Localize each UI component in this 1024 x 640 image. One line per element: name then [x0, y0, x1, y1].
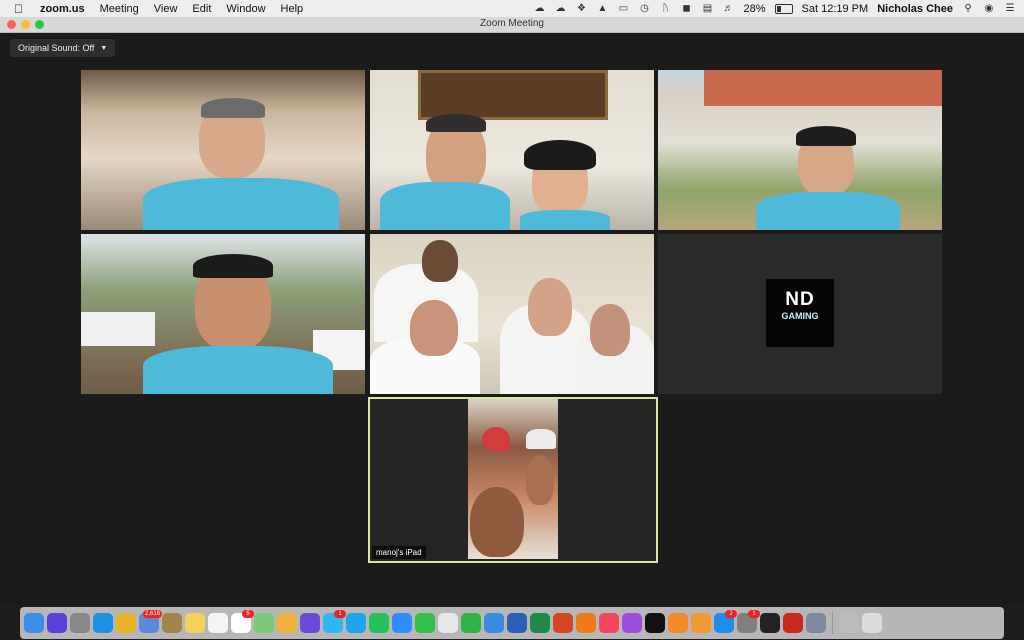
user-name[interactable]: Nicholas Chee	[877, 3, 953, 15]
finder-icon[interactable]	[24, 613, 44, 633]
image-capture-icon[interactable]	[806, 613, 826, 633]
photos-icon[interactable]	[277, 613, 297, 633]
menu-help[interactable]: Help	[281, 3, 304, 15]
heart-decoration	[482, 427, 510, 451]
powerpoint-icon[interactable]	[553, 613, 573, 633]
window-title: Zoom Meeting	[480, 18, 544, 29]
dock-separator	[832, 612, 833, 634]
notification-badge: 5	[242, 610, 254, 618]
zoom-icon[interactable]	[392, 613, 412, 633]
nd-gaming-logo: ND GAMING	[766, 279, 834, 347]
wall-painting	[418, 70, 608, 120]
notes-icon[interactable]	[162, 613, 182, 633]
school-roof	[704, 70, 942, 106]
video-tile[interactable]	[81, 234, 365, 394]
trash-icon[interactable]	[862, 613, 882, 633]
numbers-icon[interactable]	[461, 613, 481, 633]
safari-icon[interactable]	[93, 613, 113, 633]
bus	[81, 312, 155, 346]
chrome-icon[interactable]	[116, 613, 136, 633]
whatsapp-icon[interactable]	[369, 613, 389, 633]
airplay-icon[interactable]: ▭	[618, 3, 630, 14]
word-icon[interactable]	[507, 613, 527, 633]
time-machine-icon[interactable]: ◷	[639, 3, 651, 14]
menu-bar:  zoom.us Meeting View Edit Window Help …	[0, 0, 1024, 17]
notification-badge: 1	[748, 610, 760, 618]
battery-icon[interactable]	[774, 3, 793, 14]
books-icon[interactable]	[668, 613, 688, 633]
apple-tv-icon[interactable]	[645, 613, 665, 633]
siri-icon[interactable]	[47, 613, 67, 633]
terminal-icon[interactable]	[760, 613, 780, 633]
excel-icon[interactable]	[530, 613, 550, 633]
original-sound-label: Original Sound: Off	[18, 43, 95, 53]
acrobat-icon[interactable]	[783, 613, 803, 633]
creative-cloud-icon[interactable]: ☁	[534, 3, 546, 14]
video-tile[interactable]	[370, 234, 654, 394]
reminders-icon[interactable]	[208, 613, 228, 633]
status-area: ☁ ☁ ❖ ▲ ▭ ◷ ᚢ ◼ ▤ ♬ 28% Sat 12:19 PM Nic…	[534, 0, 1017, 17]
logo-text-line1: ND	[785, 289, 815, 310]
app-store-icon[interactable]: 2	[714, 610, 737, 633]
textedit-icon[interactable]	[438, 613, 458, 633]
display-icon[interactable]: ▤	[702, 3, 714, 14]
downloads-stack-icon[interactable]	[839, 613, 859, 633]
skype-icon[interactable]	[346, 613, 366, 633]
pages-icon[interactable]	[691, 613, 711, 633]
dock-right	[839, 613, 882, 633]
stickies-icon[interactable]	[185, 613, 205, 633]
launchpad-icon[interactable]	[70, 613, 90, 633]
hat	[526, 429, 556, 449]
app-menu[interactable]: zoom.us	[40, 3, 85, 15]
siri-icon[interactable]: ◉	[983, 3, 995, 14]
chevron-down-icon: ▼	[100, 44, 108, 52]
messages-icon[interactable]: 1	[323, 610, 346, 633]
menu-edit[interactable]: Edit	[192, 3, 211, 15]
preview-icon[interactable]: 2,616	[139, 610, 162, 633]
active-speaker-tile[interactable]: manoj's iPad	[368, 397, 658, 563]
video-tile[interactable]	[658, 70, 942, 230]
music-icon[interactable]	[599, 613, 619, 633]
apple-menu-icon[interactable]: 	[14, 2, 28, 16]
video-tile[interactable]	[81, 70, 365, 230]
podcasts-icon[interactable]	[622, 613, 642, 633]
calendar-icon[interactable]: 5	[231, 610, 254, 633]
logo-text-line2: GAMING	[781, 311, 819, 321]
menu-meeting[interactable]: Meeting	[100, 3, 139, 15]
maps-icon[interactable]	[254, 613, 274, 633]
dock: 2,616 5 1 2 1	[20, 607, 1004, 639]
backup-icon[interactable]: ▲	[597, 3, 609, 14]
system-preferences-icon[interactable]: 1	[737, 610, 760, 633]
search-icon[interactable]: ⚲	[962, 3, 974, 14]
original-sound-button[interactable]: Original Sound: Off ▼	[10, 39, 116, 57]
vlc-icon[interactable]	[576, 613, 596, 633]
battery-percent[interactable]: 28%	[744, 3, 766, 15]
dock-apps: 2,616 5 1 2 1	[24, 610, 826, 633]
keynote-icon[interactable]	[484, 613, 504, 633]
cloud-icon[interactable]: ☁	[555, 3, 567, 14]
video-tile[interactable]: ND GAMING	[658, 234, 942, 394]
notification-badge: 2	[725, 610, 737, 618]
dropbox-icon[interactable]: ❖	[576, 3, 588, 14]
portrait-video-feed	[468, 399, 558, 559]
menu-window[interactable]: Window	[226, 3, 265, 15]
zoom-gallery-view: Original Sound: Off ▼ ND GAMING manoj's …	[0, 33, 1024, 605]
control-center-icon[interactable]: ☰	[1004, 3, 1016, 14]
window-title-bar: Zoom Meeting	[0, 17, 1024, 33]
participant-name-label: manoj's iPad	[372, 546, 426, 559]
video-tile[interactable]	[370, 70, 654, 230]
imovie-icon[interactable]	[300, 613, 320, 633]
notification-badge: 1	[334, 610, 346, 618]
clock[interactable]: Sat 12:19 PM	[802, 3, 869, 15]
bluetooth-icon[interactable]: ᚢ	[660, 3, 672, 14]
notification-badge: 2,616	[142, 610, 162, 618]
menu-view[interactable]: View	[154, 3, 178, 15]
facetime-icon[interactable]	[415, 613, 435, 633]
volume-icon[interactable]: ♬	[723, 3, 735, 14]
wifi-icon[interactable]: ◼	[681, 3, 693, 14]
